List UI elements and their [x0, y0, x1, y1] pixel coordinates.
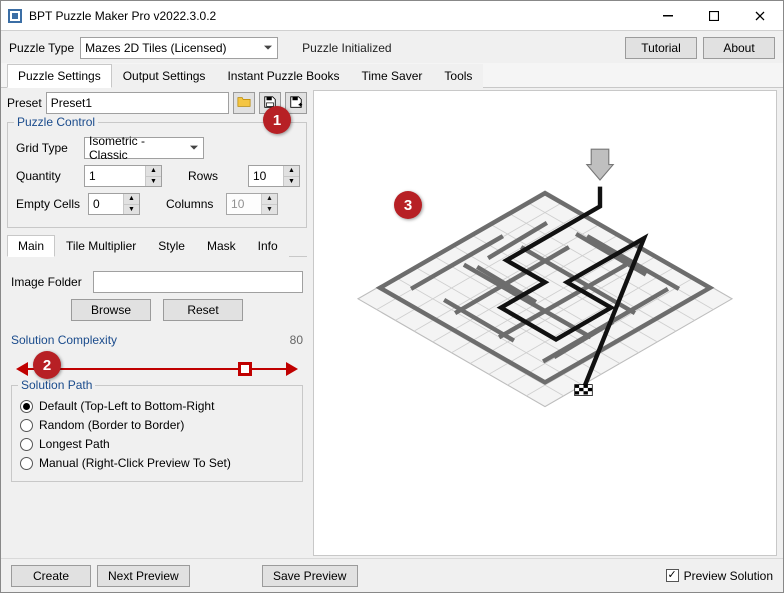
radio-default[interactable]: Default (Top-Left to Bottom-Right — [20, 399, 294, 413]
callout-1: 1 — [263, 106, 291, 134]
radio-manual-label: Manual (Right-Click Preview To Set) — [39, 456, 231, 470]
columns-label: Columns — [166, 197, 218, 211]
radio-random[interactable]: Random (Border to Border) — [20, 418, 294, 432]
open-preset-button[interactable] — [233, 92, 255, 114]
slider-right-arrow-icon — [286, 362, 305, 376]
solution-path-legend: Solution Path — [18, 378, 95, 392]
checkbox-icon: ✓ — [666, 569, 679, 582]
preset-label: Preset — [7, 96, 42, 110]
empty-cells-value: 0 — [89, 194, 123, 214]
solution-complexity-value: 80 — [290, 333, 303, 347]
close-button[interactable] — [737, 1, 783, 31]
save-plus-icon — [289, 95, 303, 112]
rows-stepper[interactable]: 10 ▲▼ — [248, 165, 300, 187]
rows-value: 10 — [249, 166, 283, 186]
next-preview-button[interactable]: Next Preview — [97, 565, 190, 587]
callout-3: 3 — [394, 191, 422, 219]
quantity-stepper[interactable]: 1 ▲▼ — [84, 165, 162, 187]
radio-icon — [20, 400, 33, 413]
puzzle-type-label: Puzzle Type — [9, 41, 74, 55]
rows-label: Rows — [188, 169, 240, 183]
empty-cells-up[interactable]: ▲ — [124, 194, 139, 204]
titlebar: BPT Puzzle Maker Pro v2022.3.0.2 — [1, 1, 783, 31]
puzzle-control-group: Puzzle Control Grid Type Isometric - Cla… — [7, 122, 307, 228]
tab-time-saver[interactable]: Time Saver — [351, 64, 434, 88]
bottom-bar: Create Next Preview Save Preview ✓ Previ… — [1, 558, 783, 592]
window-title: BPT Puzzle Maker Pro v2022.3.0.2 — [29, 9, 645, 23]
tab-puzzle-settings[interactable]: Puzzle Settings — [7, 64, 112, 88]
radio-longest-label: Longest Path — [39, 437, 110, 451]
app-icon — [7, 8, 23, 24]
create-button[interactable]: Create — [11, 565, 91, 587]
empty-cells-label: Empty Cells — [16, 197, 80, 211]
rows-down[interactable]: ▼ — [284, 176, 299, 187]
quantity-up[interactable]: ▲ — [146, 166, 161, 176]
quantity-label: Quantity — [16, 169, 76, 183]
radio-manual[interactable]: Manual (Right-Click Preview To Set) — [20, 456, 294, 470]
tab-mask[interactable]: Mask — [196, 235, 247, 257]
main-tabstrip: Puzzle Settings Output Settings Instant … — [1, 63, 783, 88]
preset-input[interactable] — [46, 92, 229, 114]
tab-style[interactable]: Style — [147, 235, 196, 257]
radio-icon — [20, 419, 33, 432]
columns-value: 10 — [227, 194, 261, 214]
tab-tile-multiplier[interactable]: Tile Multiplier — [55, 235, 147, 257]
radio-random-label: Random (Border to Border) — [39, 418, 184, 432]
browse-button[interactable]: Browse — [71, 299, 151, 321]
left-panel: Preset — [7, 90, 307, 556]
maze-preview — [314, 91, 776, 555]
radio-default-label: Default (Top-Left to Bottom-Right — [39, 399, 214, 413]
grid-type-combo[interactable]: Isometric - Classic — [84, 137, 204, 159]
empty-cells-down[interactable]: ▼ — [124, 204, 139, 215]
body: Preset — [1, 88, 783, 558]
columns-down[interactable]: ▼ — [262, 204, 277, 215]
maze-isometric-icon — [314, 125, 776, 521]
image-folder-label: Image Folder — [11, 275, 85, 289]
tab-info[interactable]: Info — [247, 235, 289, 257]
puzzle-type-value: Mazes 2D Tiles (Licensed) — [85, 41, 226, 55]
puzzle-control-legend: Puzzle Control — [14, 115, 98, 129]
tutorial-button[interactable]: Tutorial — [625, 37, 697, 59]
tab-main[interactable]: Main — [7, 235, 55, 257]
status-text: Puzzle Initialized — [302, 41, 391, 55]
preset-row: Preset — [7, 90, 307, 114]
app-window: BPT Puzzle Maker Pro v2022.3.0.2 Puzzle … — [0, 0, 784, 593]
radio-icon — [20, 438, 33, 451]
columns-up[interactable]: ▲ — [262, 194, 277, 204]
quantity-down[interactable]: ▼ — [146, 176, 161, 187]
about-button[interactable]: About — [703, 37, 775, 59]
maximize-button[interactable] — [691, 1, 737, 31]
preview-pane: 3 — [313, 90, 777, 556]
solution-complexity-label: Solution Complexity — [11, 333, 117, 347]
radio-longest[interactable]: Longest Path — [20, 437, 294, 451]
inner-tabstrip: Main Tile Multiplier Style Mask Info — [7, 234, 307, 257]
grid-type-label: Grid Type — [16, 141, 76, 155]
image-folder-input[interactable] — [93, 271, 303, 293]
save-preview-button[interactable]: Save Preview — [262, 565, 358, 587]
preview-solution-label: Preview Solution — [684, 569, 773, 583]
reset-button[interactable]: Reset — [163, 299, 243, 321]
empty-cells-stepper[interactable]: 0 ▲▼ — [88, 193, 140, 215]
columns-stepper[interactable]: 10 ▲▼ — [226, 193, 278, 215]
save-preset-as-button[interactable] — [285, 92, 307, 114]
header-row: Puzzle Type Mazes 2D Tiles (Licensed) Pu… — [1, 31, 783, 63]
slider-track — [21, 368, 293, 370]
callout-2: 2 — [33, 351, 61, 379]
minimize-button[interactable] — [645, 1, 691, 31]
grid-type-value: Isometric - Classic — [89, 134, 185, 162]
rows-up[interactable]: ▲ — [284, 166, 299, 176]
solution-path-group: Solution Path Default (Top-Left to Botto… — [11, 385, 303, 482]
tab-output-settings[interactable]: Output Settings — [112, 64, 217, 88]
puzzle-type-combo[interactable]: Mazes 2D Tiles (Licensed) — [80, 37, 278, 59]
tab-tools[interactable]: Tools — [433, 64, 483, 88]
tab-instant-puzzle-books[interactable]: Instant Puzzle Books — [216, 64, 350, 88]
preview-solution-checkbox[interactable]: ✓ Preview Solution — [666, 569, 773, 583]
quantity-value: 1 — [85, 166, 145, 186]
radio-icon — [20, 457, 33, 470]
slider-handle[interactable] — [238, 362, 252, 376]
folder-icon — [237, 95, 251, 112]
